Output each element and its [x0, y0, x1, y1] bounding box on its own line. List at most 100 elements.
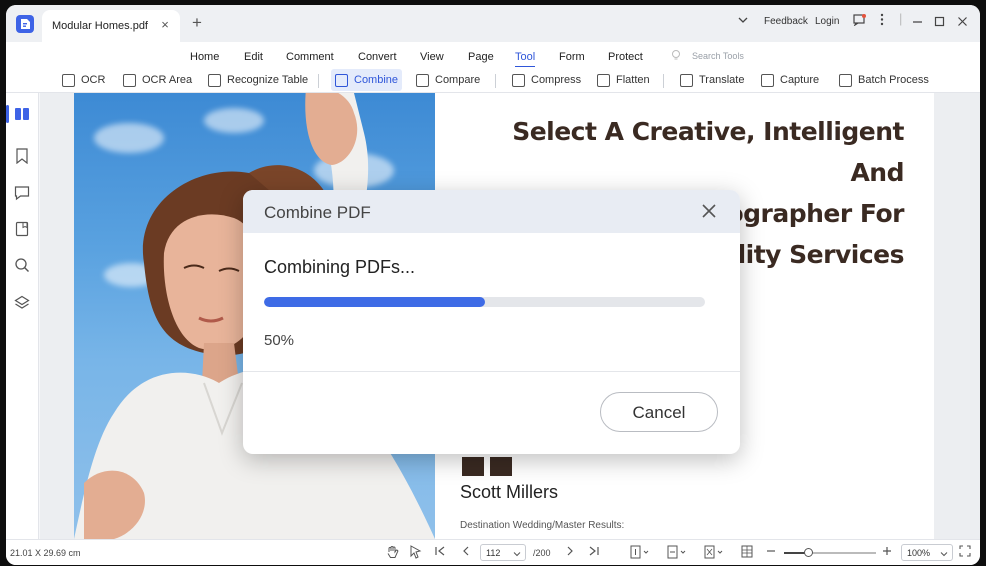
comment-icon[interactable]	[14, 185, 30, 201]
current-page-value: 112	[486, 548, 501, 558]
bookmark-icon[interactable]	[14, 148, 30, 165]
status-bar: 21.01 X 29.69 cm 112 /200 100%	[6, 539, 980, 565]
dialog-title: Combine PDF	[264, 203, 371, 222]
translate-icon	[680, 73, 693, 87]
translate-label: Translate	[699, 74, 745, 86]
page-number-input[interactable]: 112	[480, 544, 526, 561]
zoom-in-icon[interactable]	[882, 545, 892, 559]
menu-convert[interactable]: Convert	[358, 51, 397, 63]
capture-label: Capture	[780, 74, 820, 86]
page-dimensions: 21.01 X 29.69 cm	[10, 548, 81, 558]
batch-process-label: Batch Process	[858, 74, 929, 86]
dialog-header: Combine PDF	[243, 190, 740, 233]
search-tools-input[interactable]: Search Tools	[692, 51, 744, 61]
fullscreen-icon[interactable]	[959, 545, 971, 560]
tab-title: Modular Homes.pdf	[52, 20, 148, 32]
translate-button[interactable]: Translate	[676, 69, 748, 91]
fit-width-icon[interactable]	[667, 545, 687, 562]
zoom-slider-handle[interactable]	[804, 548, 813, 557]
feedback-link[interactable]: Feedback	[764, 16, 808, 27]
menu-comment[interactable]: Comment	[286, 51, 334, 63]
menu-form[interactable]: Form	[559, 51, 585, 63]
menu-protect[interactable]: Protect	[608, 51, 643, 63]
menu-edit[interactable]: Edit	[244, 51, 263, 63]
previous-page-icon[interactable]	[460, 545, 472, 560]
compare-label: Compare	[435, 74, 481, 86]
title-bar: Modular Homes.pdf × + Feedback Login |	[6, 5, 980, 42]
select-tool-icon[interactable]	[409, 545, 422, 562]
progress-bar	[264, 297, 705, 307]
tab-close-icon[interactable]: ×	[158, 17, 172, 32]
progress-bar-fill	[264, 297, 485, 307]
divider: |	[899, 11, 903, 26]
close-window-icon[interactable]	[957, 15, 968, 30]
zoom-out-icon[interactable]	[766, 545, 776, 559]
compress-button[interactable]: Compress	[508, 69, 585, 91]
flatten-button[interactable]: Flatten	[593, 69, 654, 91]
author-name: Scott Millers	[460, 482, 559, 502]
total-pages: /200	[533, 548, 551, 558]
more-options-icon[interactable]	[880, 13, 884, 29]
combine-icon	[335, 73, 348, 87]
zoom-slider[interactable]	[784, 548, 876, 557]
ocr-area-button[interactable]: OCR Area	[119, 69, 196, 91]
last-page-icon[interactable]	[588, 545, 600, 560]
progress-status-text: Combining PDFs...	[264, 257, 416, 277]
layers-icon[interactable]	[14, 295, 30, 311]
compare-button[interactable]: Compare	[412, 69, 484, 91]
attachment-icon[interactable]	[14, 221, 30, 237]
recognize-table-label: Recognize Table	[227, 74, 309, 86]
flatten-label: Flatten	[616, 74, 650, 86]
combine-pdf-dialog: Combine PDF Combining PDFs... 50% Cancel	[243, 190, 740, 454]
headline-line: Select A Creative, Intelligent And	[512, 117, 904, 187]
capture-icon	[761, 73, 774, 87]
combine-label: Combine	[354, 74, 399, 86]
toolbar-divider	[318, 74, 319, 88]
first-page-icon[interactable]	[434, 545, 446, 560]
recognize-table-button[interactable]: Recognize Table	[204, 69, 312, 91]
author-subtitle: Destination Wedding/Master Results:	[460, 520, 625, 531]
next-page-icon[interactable]	[564, 545, 576, 560]
capture-button[interactable]: Capture	[757, 69, 823, 91]
toolbar-divider	[663, 74, 664, 88]
document-tab[interactable]: Modular Homes.pdf ×	[42, 10, 180, 42]
new-tab-icon[interactable]: +	[192, 13, 202, 33]
search-icon[interactable]	[14, 257, 30, 273]
thumbnails-icon[interactable]	[14, 106, 30, 122]
ocr-button[interactable]: OCR	[58, 69, 109, 91]
menu-home[interactable]: Home	[190, 51, 219, 63]
zoom-level-select[interactable]: 100%	[901, 544, 953, 561]
left-sidebar	[6, 93, 39, 539]
page-layout-icon[interactable]	[741, 545, 753, 561]
notification-icon[interactable]	[853, 14, 866, 29]
combine-button[interactable]: Combine	[331, 69, 403, 91]
ocr-icon	[62, 73, 75, 87]
compress-label: Compress	[531, 74, 582, 86]
minimize-icon[interactable]	[912, 15, 923, 30]
lightbulb-icon	[670, 49, 682, 61]
tool-toolbar: OCR OCR Area Recognize Table Combine Com…	[6, 67, 980, 93]
toolbar-divider	[495, 74, 496, 88]
compare-icon	[416, 73, 429, 87]
maximize-icon[interactable]	[934, 15, 945, 30]
menu-view[interactable]: View	[420, 51, 444, 63]
close-icon[interactable]	[700, 202, 718, 220]
chevron-down-icon[interactable]	[737, 14, 749, 29]
menu-tool[interactable]: Tool	[515, 51, 535, 63]
batch-process-icon	[839, 73, 852, 87]
batch-process-button[interactable]: Batch Process	[835, 69, 933, 91]
login-link[interactable]: Login	[815, 16, 839, 27]
fit-height-icon[interactable]	[630, 545, 650, 562]
flatten-icon	[597, 73, 610, 87]
quote-marks-icon	[462, 455, 514, 482]
progress-percent: 50%	[264, 332, 295, 349]
menu-page[interactable]: Page	[468, 51, 494, 63]
cancel-button[interactable]: Cancel	[600, 392, 718, 432]
hand-tool-icon[interactable]	[386, 545, 399, 562]
table-icon	[208, 73, 221, 87]
zoom-level-value: 100%	[907, 548, 931, 558]
dialog-divider	[243, 371, 740, 372]
ocr-area-label: OCR Area	[142, 74, 193, 86]
app-logo-icon	[16, 15, 34, 33]
rotate-icon[interactable]	[704, 545, 724, 562]
